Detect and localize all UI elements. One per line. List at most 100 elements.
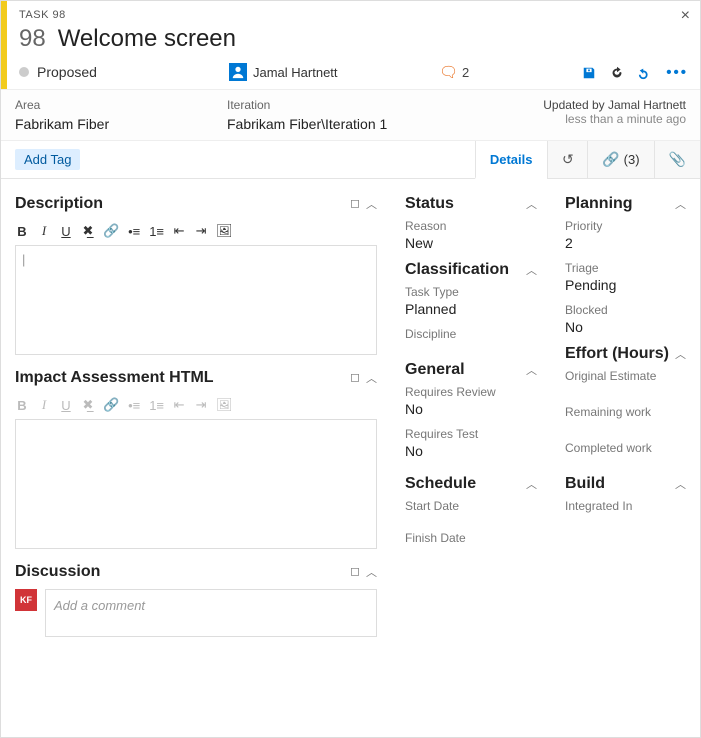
collapse-icon[interactable]: ︿ [675,476,686,492]
state-value: Proposed [37,64,97,80]
assignee-picker[interactable]: Jamal Hartnett [229,63,439,81]
number-list-icon[interactable]: 1≡ [149,398,164,413]
description-editor[interactable]: | [15,245,377,355]
underline-icon[interactable]: U [59,398,73,413]
effort-title: Effort (Hours) [565,345,669,363]
assignee-name: Jamal Hartnett [253,65,338,80]
triage-label: Triage [565,261,686,275]
reason-label: Reason [405,219,537,233]
reason-value[interactable]: New [405,235,537,251]
link-tb-icon[interactable]: 🔗 [103,397,119,413]
add-tag-button[interactable]: Add Tag [15,149,80,170]
discipline-label: Discipline [405,327,537,341]
more-actions-icon[interactable]: ••• [666,64,688,81]
priority-value[interactable]: 2 [565,235,686,251]
iteration-label: Iteration [227,98,486,112]
avatar-icon [229,63,247,81]
maximize-icon[interactable]: ◻ [350,196,360,212]
maximize-icon[interactable]: ◻ [350,370,360,386]
state-picker[interactable]: Proposed [19,64,229,80]
collapse-icon[interactable]: ︿ [526,196,537,212]
tab-details[interactable]: Details [475,141,547,179]
link-icon: 🔗 [602,151,619,168]
collapse-icon[interactable]: ︿ [526,262,537,278]
work-item-type: TASK 98 [19,9,688,21]
impact-editor[interactable] [15,419,377,549]
schedule-title: Schedule [405,475,476,493]
attachment-icon: 📎 [669,151,686,168]
collapse-icon[interactable]: ︿ [526,476,537,492]
image-icon[interactable]: 🖼 [216,223,233,239]
area-label: Area [15,98,227,112]
italic-icon[interactable]: I [37,223,51,239]
impact-title: Impact Assessment HTML [15,369,214,387]
updated-by: Updated by Jamal Hartnett [486,98,686,112]
general-title: General [405,361,465,379]
collapse-icon[interactable]: ︿ [366,196,377,212]
area-value[interactable]: Fabrikam Fiber [15,116,227,132]
underline-icon[interactable]: U [59,224,73,239]
close-icon[interactable]: × [681,7,690,25]
classification-title: Classification [405,261,509,279]
status-title: Status [405,195,454,213]
comment-input[interactable]: Add a comment [45,589,377,637]
comments-indicator[interactable]: 🗨 2 [439,63,489,81]
tab-links[interactable]: 🔗(3) [587,141,653,178]
collapse-icon[interactable]: ︿ [675,196,686,212]
indent-icon[interactable]: ⇥ [194,397,208,413]
tab-history[interactable]: ↻ [547,141,588,178]
bold-icon[interactable]: B [15,398,29,413]
save-icon[interactable] [582,64,596,81]
collapse-icon[interactable]: ︿ [526,362,537,378]
tasktype-label: Task Type [405,285,537,299]
reqreview-label: Requires Review [405,385,537,399]
comment-count: 2 [462,65,469,80]
tasktype-value[interactable]: Planned [405,301,537,317]
work-item-id: 98 [19,25,46,53]
outdent-icon[interactable]: ⇤ [172,223,186,239]
impact-toolbar: B I U ✖̲ 🔗 •≡ 1≡ ⇤ ⇥ 🖼 [15,391,377,419]
orig-estimate-label: Original Estimate [565,369,686,383]
blocked-value[interactable]: No [565,319,686,335]
tab-attachments[interactable]: 📎 [654,141,700,178]
build-title: Build [565,475,605,493]
integrated-label: Integrated In [565,499,686,513]
collapse-icon[interactable]: ︿ [366,564,377,580]
image-icon[interactable]: 🖼 [216,397,233,413]
history-icon: ↻ [562,151,574,168]
description-toolbar: B I U ✖̲ 🔗 •≡ 1≡ ⇤ ⇥ 🖼 [15,217,377,245]
italic-icon[interactable]: I [37,397,51,413]
indent-icon[interactable]: ⇥ [194,223,208,239]
clear-format-icon[interactable]: ✖̲ [81,397,95,413]
discussion-title: Discussion [15,563,100,581]
number-list-icon[interactable]: 1≡ [149,224,164,239]
collapse-icon[interactable]: ︿ [675,346,686,362]
description-title: Description [15,195,103,213]
reqreview-value[interactable]: No [405,401,537,417]
refresh-icon[interactable] [610,64,624,81]
planning-title: Planning [565,195,633,213]
user-avatar: KF [15,589,37,611]
remaining-label: Remaining work [565,405,686,419]
finishdate-label: Finish Date [405,531,537,545]
link-tb-icon[interactable]: 🔗 [103,223,119,239]
completed-label: Completed work [565,441,686,455]
triage-value[interactable]: Pending [565,277,686,293]
iteration-value[interactable]: Fabrikam Fiber\Iteration 1 [227,116,486,132]
undo-icon[interactable] [638,64,652,81]
maximize-icon[interactable]: ◻ [350,564,360,580]
bold-icon[interactable]: B [15,224,29,239]
bullet-list-icon[interactable]: •≡ [127,224,141,239]
reqtest-value[interactable]: No [405,443,537,459]
blocked-label: Blocked [565,303,686,317]
speech-bubble-icon: 🗨 [439,63,458,81]
work-item-title[interactable]: Welcome screen [58,25,236,53]
collapse-icon[interactable]: ︿ [366,370,377,386]
clear-format-icon[interactable]: ✖̲ [81,223,95,239]
outdent-icon[interactable]: ⇤ [172,397,186,413]
startdate-label: Start Date [405,499,537,513]
updated-when: less than a minute ago [486,112,686,126]
bullet-list-icon[interactable]: •≡ [127,398,141,413]
priority-label: Priority [565,219,686,233]
reqtest-label: Requires Test [405,427,537,441]
